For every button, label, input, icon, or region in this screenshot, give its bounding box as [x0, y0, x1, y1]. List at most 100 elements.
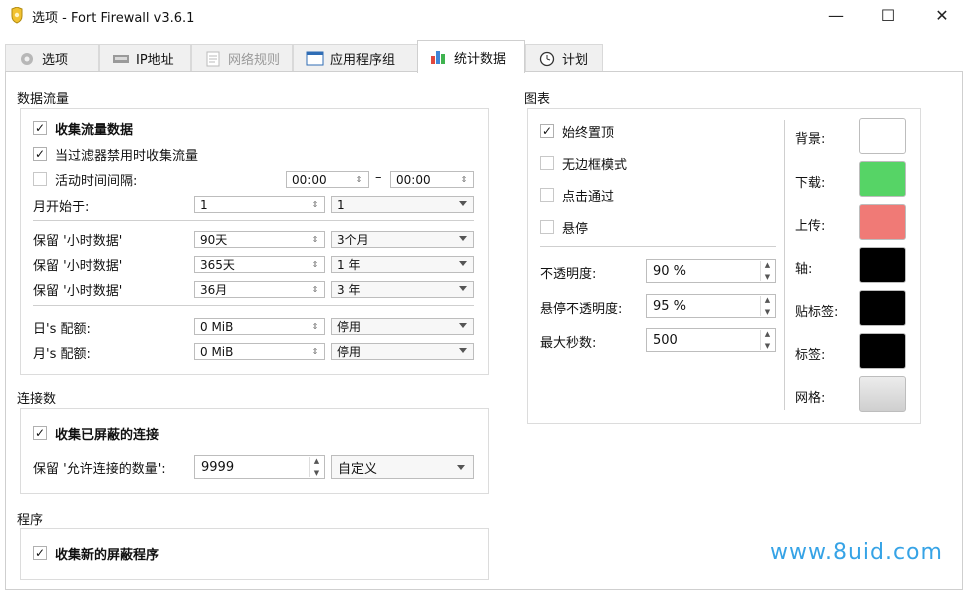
- close-button[interactable]: ✕: [918, 0, 966, 30]
- tab-schedule[interactable]: 计划: [525, 44, 603, 72]
- bar-chart-icon: [431, 51, 445, 64]
- spin-arrows-icon[interactable]: ▲ ▼: [309, 457, 323, 477]
- spin-arrows-icon[interactable]: ⇕: [309, 233, 321, 246]
- spin-arrows-icon[interactable]: ▲ ▼: [760, 330, 774, 350]
- month-start-label: 月开始于:: [33, 200, 90, 215]
- hover-opacity-label: 悬停不透明度:: [540, 302, 623, 317]
- keep-hourly-1-label: 保留 '小时数据': [33, 234, 123, 249]
- tab-statistics-label: 统计数据: [454, 51, 507, 67]
- divider: [33, 220, 474, 221]
- spin-arrows-icon[interactable]: ⇕: [309, 283, 321, 296]
- frameless-checkbox[interactable]: 无边框模式: [540, 153, 627, 173]
- divider-vertical: [784, 120, 785, 410]
- active-period-from-input[interactable]: 00:00 ⇕: [286, 171, 369, 188]
- frameless-label: 无边框模式: [562, 157, 628, 173]
- tick-label-color-label: 贴标签:: [795, 305, 839, 320]
- checkbox-unchecked-icon: [33, 172, 47, 186]
- upload-color-swatch[interactable]: [859, 204, 906, 240]
- spin-arrows-icon[interactable]: ⇕: [309, 198, 321, 211]
- keep-allowed-connections-input[interactable]: 9999 ▲ ▼: [194, 455, 325, 479]
- tab-ip-addresses-label: IP地址: [136, 53, 174, 68]
- chevron-down-icon: [459, 323, 467, 328]
- day-quota-input[interactable]: 0 MiB ⇕: [194, 318, 325, 335]
- keep-hourly-2-select-value: 1 年: [337, 258, 361, 272]
- month-quota-value: 0 MiB: [200, 344, 234, 359]
- always-on-top-checkbox[interactable]: ✓ 始终置顶: [540, 121, 614, 141]
- grid-color-swatch[interactable]: [859, 376, 906, 412]
- month-start-value: 1: [200, 197, 208, 212]
- month-quota-select[interactable]: 停用: [331, 343, 474, 360]
- collect-new-blocked-programs-checkbox[interactable]: ✓ 收集新的屏蔽程序: [33, 543, 159, 563]
- month-start-input[interactable]: 1 ⇕: [194, 196, 325, 213]
- tab-statistics[interactable]: 统计数据: [417, 40, 525, 73]
- minimize-icon: —: [828, 5, 844, 25]
- spin-arrows-icon[interactable]: ⇕: [309, 320, 321, 333]
- chevron-down-icon: [459, 201, 467, 206]
- tab-network-rules[interactable]: 网络规则: [191, 44, 293, 72]
- tab-schedule-label: 计划: [562, 53, 589, 68]
- background-color-swatch[interactable]: [859, 118, 906, 154]
- maximize-button[interactable]: ☐: [864, 0, 912, 30]
- keep-hourly-1-select[interactable]: 3个月: [331, 231, 474, 248]
- always-on-top-label: 始终置顶: [562, 125, 615, 141]
- hover-label: 悬停: [562, 221, 589, 237]
- checkbox-unchecked-icon: [540, 156, 554, 170]
- spin-arrows-icon[interactable]: ▲ ▼: [760, 261, 774, 281]
- keep-allowed-connections-select-value: 自定义: [338, 461, 378, 477]
- rules-icon: [206, 51, 220, 66]
- keep-hourly-3-value: 36月: [200, 283, 228, 297]
- collect-blocked-connections-checkbox[interactable]: ✓ 收集已屏蔽的连接: [33, 423, 159, 443]
- tick-label-color-swatch[interactable]: [859, 290, 906, 326]
- month-quota-select-value: 停用: [337, 345, 362, 359]
- collect-traffic-checkbox[interactable]: ✓ 收集流量数据: [33, 118, 133, 138]
- hover-opacity-value: 95 %: [653, 298, 687, 314]
- tab-app-groups[interactable]: 应用程序组: [293, 44, 419, 72]
- keep-hourly-3-select[interactable]: 3 年: [331, 281, 474, 298]
- network-card-icon: [113, 54, 129, 63]
- active-period-from-value: 00:00: [292, 172, 327, 187]
- keep-hourly-1-input[interactable]: 90天 ⇕: [194, 231, 325, 248]
- keep-hourly-1-value: 90天: [200, 233, 228, 247]
- hover-opacity-input[interactable]: 95 % ▲ ▼: [646, 294, 776, 318]
- tab-ip-addresses[interactable]: IP地址: [99, 44, 191, 72]
- upload-color-label: 上传:: [795, 219, 826, 234]
- month-quota-input[interactable]: 0 MiB ⇕: [194, 343, 325, 360]
- spin-arrows-icon[interactable]: ⇕: [309, 258, 321, 271]
- spin-arrows-icon[interactable]: ⇕: [458, 173, 470, 186]
- minimize-button[interactable]: —: [812, 0, 860, 30]
- keep-hourly-2-select[interactable]: 1 年: [331, 256, 474, 273]
- day-quota-select[interactable]: 停用: [331, 318, 474, 335]
- active-period-to-input[interactable]: 00:00 ⇕: [390, 171, 474, 188]
- month-start-select[interactable]: 1: [331, 196, 474, 213]
- month-start-select-value: 1: [337, 197, 345, 212]
- checkbox-checked-icon: ✓: [33, 147, 47, 161]
- spin-arrows-icon[interactable]: ▲ ▼: [760, 296, 774, 316]
- collect-when-disabled-checkbox[interactable]: ✓ 当过滤器禁用时收集流量: [33, 144, 198, 164]
- period-separator: –: [375, 170, 382, 185]
- keep-allowed-connections-select[interactable]: 自定义: [331, 455, 474, 479]
- spin-arrows-icon[interactable]: ⇕: [353, 173, 365, 186]
- tab-options[interactable]: 选项: [5, 44, 99, 72]
- click-through-checkbox[interactable]: 点击通过: [540, 185, 614, 205]
- keep-hourly-2-input[interactable]: 365天 ⇕: [194, 256, 325, 273]
- label-color-swatch[interactable]: [859, 333, 906, 369]
- window-icon: [306, 51, 324, 65]
- hover-checkbox[interactable]: 悬停: [540, 217, 588, 237]
- tab-network-rules-label: 网络规则: [228, 53, 281, 68]
- active-period-checkbox[interactable]: 活动时间间隔:: [33, 169, 137, 189]
- keep-hourly-2-label: 保留 '小时数据': [33, 259, 123, 274]
- connections-section-title: 连接数: [17, 392, 57, 407]
- max-seconds-input[interactable]: 500 ▲ ▼: [646, 328, 776, 352]
- collect-blocked-connections-label: 收集已屏蔽的连接: [55, 427, 160, 443]
- keep-hourly-3-input[interactable]: 36月 ⇕: [194, 281, 325, 298]
- background-color-label: 背景:: [795, 132, 826, 147]
- axis-color-swatch[interactable]: [859, 247, 906, 283]
- collect-traffic-label: 收集流量数据: [55, 122, 134, 138]
- close-icon: ✕: [935, 5, 949, 25]
- tab-app-groups-label: 应用程序组: [330, 53, 396, 68]
- window-title: 选项 - Fort Firewall v3.6.1: [32, 11, 195, 26]
- download-color-swatch[interactable]: [859, 161, 906, 197]
- spin-arrows-icon[interactable]: ⇕: [309, 345, 321, 358]
- traffic-section-title: 数据流量: [17, 92, 70, 107]
- opacity-input[interactable]: 90 % ▲ ▼: [646, 259, 776, 283]
